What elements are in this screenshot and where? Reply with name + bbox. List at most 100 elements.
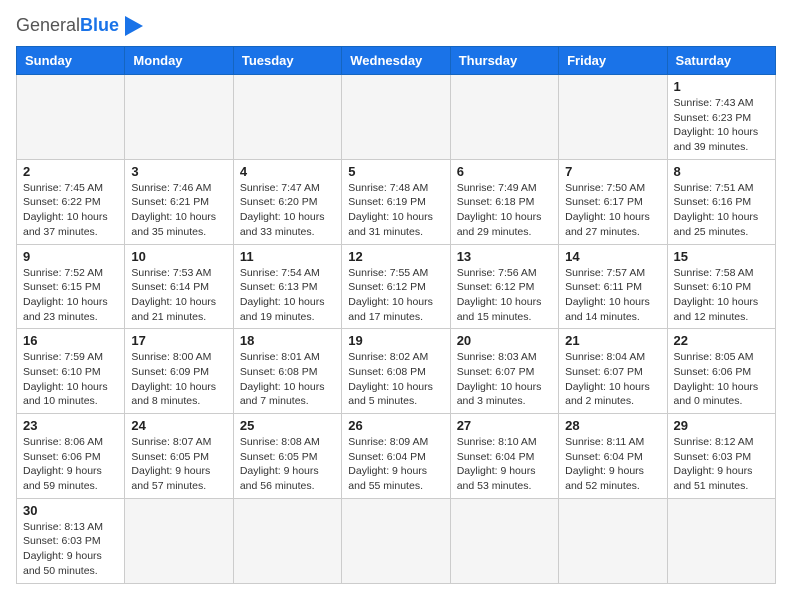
calendar-cell: 21 Sunrise: 8:04 AM Sunset: 6:07 PM Dayli… [559,329,667,414]
calendar-cell [559,75,667,160]
day-info: Sunrise: 7:50 AM Sunset: 6:17 PM Dayligh… [565,181,660,240]
day-info: Sunrise: 7:57 AM Sunset: 6:11 PM Dayligh… [565,266,660,325]
calendar-cell: 20 Sunrise: 8:03 AM Sunset: 6:07 PM Dayli… [450,329,558,414]
day-info: Sunrise: 7:47 AM Sunset: 6:20 PM Dayligh… [240,181,335,240]
day-number: 10 [131,249,226,264]
week-row-3: 9 Sunrise: 7:52 AM Sunset: 6:15 PM Daylig… [17,244,776,329]
calendar-cell: 15Sunrise: 7:58 AM Sunset: 6:10 PM Dayli… [667,244,775,329]
logo-text: GeneralBlue [16,16,119,36]
logo: GeneralBlue [16,16,143,36]
calendar-cell [342,75,450,160]
day-number: 11 [240,249,335,264]
day-number: 15 [674,249,769,264]
day-number: 21 [565,333,660,348]
calendar-header-thursday: Thursday [450,47,558,75]
day-number: 29 [674,418,769,433]
calendar-header-friday: Friday [559,47,667,75]
day-number: 2 [23,164,118,179]
calendar-cell: 6 Sunrise: 7:49 AM Sunset: 6:18 PM Daylig… [450,159,558,244]
calendar-cell [125,75,233,160]
day-number: 1 [674,79,769,94]
calendar-cell: 29 Sunrise: 8:12 AM Sunset: 6:03 PM Dayli… [667,414,775,499]
week-row-1: 1 Sunrise: 7:43 AM Sunset: 6:23 PM Daylig… [17,75,776,160]
calendar-cell: 30 Sunrise: 8:13 AM Sunset: 6:03 PM Dayli… [17,498,125,583]
day-info: Sunrise: 7:56 AM Sunset: 6:12 PM Dayligh… [457,266,552,325]
calendar-cell [450,75,558,160]
day-info: Sunrise: 8:11 AM Sunset: 6:04 PM Dayligh… [565,435,660,494]
calendar-header-wednesday: Wednesday [342,47,450,75]
logo-icon [125,16,143,36]
day-number: 4 [240,164,335,179]
day-info: Sunrise: 7:45 AM Sunset: 6:22 PM Dayligh… [23,181,118,240]
day-info: Sunrise: 7:51 AM Sunset: 6:16 PM Dayligh… [674,181,769,240]
day-number: 9 [23,249,118,264]
day-info: Sunrise: 7:59 AM Sunset: 6:10 PM Dayligh… [23,350,118,409]
day-info: Sunrise: 8:12 AM Sunset: 6:03 PM Dayligh… [674,435,769,494]
day-info: Sunrise: 7:54 AM Sunset: 6:13 PM Dayligh… [240,266,335,325]
day-number: 28 [565,418,660,433]
calendar-cell: 25 Sunrise: 8:08 AM Sunset: 6:05 PM Dayli… [233,414,341,499]
calendar-cell: 22 Sunrise: 8:05 AM Sunset: 6:06 PM Dayli… [667,329,775,414]
week-row-5: 23Sunrise: 8:06 AM Sunset: 6:06 PM Dayli… [17,414,776,499]
day-info: Sunrise: 8:01 AM Sunset: 6:08 PM Dayligh… [240,350,335,409]
calendar-cell: 11 Sunrise: 7:54 AM Sunset: 6:13 PM Dayli… [233,244,341,329]
day-number: 27 [457,418,552,433]
calendar-cell: 5 Sunrise: 7:48 AM Sunset: 6:19 PM Daylig… [342,159,450,244]
day-number: 30 [23,503,118,518]
day-info: Sunrise: 8:08 AM Sunset: 6:05 PM Dayligh… [240,435,335,494]
day-info: Sunrise: 7:43 AM Sunset: 6:23 PM Dayligh… [674,96,769,155]
day-number: 6 [457,164,552,179]
day-info: Sunrise: 7:52 AM Sunset: 6:15 PM Dayligh… [23,266,118,325]
calendar-cell: 28 Sunrise: 8:11 AM Sunset: 6:04 PM Dayli… [559,414,667,499]
calendar-cell: 14 Sunrise: 7:57 AM Sunset: 6:11 PM Dayli… [559,244,667,329]
week-row-2: 2 Sunrise: 7:45 AM Sunset: 6:22 PM Daylig… [17,159,776,244]
day-number: 25 [240,418,335,433]
calendar-cell: 16 Sunrise: 7:59 AM Sunset: 6:10 PM Dayli… [17,329,125,414]
day-number: 13 [457,249,552,264]
day-info: Sunrise: 7:55 AM Sunset: 6:12 PM Dayligh… [348,266,443,325]
day-info: Sunrise: 8:02 AM Sunset: 6:08 PM Dayligh… [348,350,443,409]
calendar-cell [17,75,125,160]
header: GeneralBlue [16,16,776,36]
day-number: 16 [23,333,118,348]
calendar-cell: 24Sunrise: 8:07 AM Sunset: 6:05 PM Dayli… [125,414,233,499]
calendar-header-sunday: Sunday [17,47,125,75]
week-row-6: 30 Sunrise: 8:13 AM Sunset: 6:03 PM Dayli… [17,498,776,583]
calendar-cell: 12 Sunrise: 7:55 AM Sunset: 6:12 PM Dayli… [342,244,450,329]
calendar-header-row: SundayMondayTuesdayWednesdayThursdayFrid… [17,47,776,75]
calendar-cell: 17 Sunrise: 8:00 AM Sunset: 6:09 PM Dayli… [125,329,233,414]
calendar-cell: 23Sunrise: 8:06 AM Sunset: 6:06 PM Dayli… [17,414,125,499]
day-number: 19 [348,333,443,348]
day-info: Sunrise: 7:49 AM Sunset: 6:18 PM Dayligh… [457,181,552,240]
day-number: 17 [131,333,226,348]
calendar-header-tuesday: Tuesday [233,47,341,75]
day-number: 12 [348,249,443,264]
day-info: Sunrise: 7:48 AM Sunset: 6:19 PM Dayligh… [348,181,443,240]
day-info: Sunrise: 8:13 AM Sunset: 6:03 PM Dayligh… [23,520,118,579]
day-number: 8 [674,164,769,179]
day-number: 22 [674,333,769,348]
calendar-cell: 27 Sunrise: 8:10 AM Sunset: 6:04 PM Dayli… [450,414,558,499]
day-number: 24 [131,418,226,433]
calendar-cell: 1 Sunrise: 7:43 AM Sunset: 6:23 PM Daylig… [667,75,775,160]
day-info: Sunrise: 7:46 AM Sunset: 6:21 PM Dayligh… [131,181,226,240]
calendar-cell: 8 Sunrise: 7:51 AM Sunset: 6:16 PM Daylig… [667,159,775,244]
calendar-cell [559,498,667,583]
calendar-cell: 19 Sunrise: 8:02 AM Sunset: 6:08 PM Dayli… [342,329,450,414]
day-info: Sunrise: 8:03 AM Sunset: 6:07 PM Dayligh… [457,350,552,409]
day-info: Sunrise: 8:10 AM Sunset: 6:04 PM Dayligh… [457,435,552,494]
day-number: 5 [348,164,443,179]
day-number: 23 [23,418,118,433]
day-number: 18 [240,333,335,348]
day-info: Sunrise: 8:05 AM Sunset: 6:06 PM Dayligh… [674,350,769,409]
day-info: Sunrise: 8:04 AM Sunset: 6:07 PM Dayligh… [565,350,660,409]
calendar-cell: 7Sunrise: 7:50 AM Sunset: 6:17 PM Daylig… [559,159,667,244]
day-number: 20 [457,333,552,348]
calendar-cell: 10Sunrise: 7:53 AM Sunset: 6:14 PM Dayli… [125,244,233,329]
calendar-header-saturday: Saturday [667,47,775,75]
day-info: Sunrise: 8:00 AM Sunset: 6:09 PM Dayligh… [131,350,226,409]
day-number: 3 [131,164,226,179]
calendar: SundayMondayTuesdayWednesdayThursdayFrid… [16,46,776,584]
day-number: 14 [565,249,660,264]
calendar-cell [450,498,558,583]
